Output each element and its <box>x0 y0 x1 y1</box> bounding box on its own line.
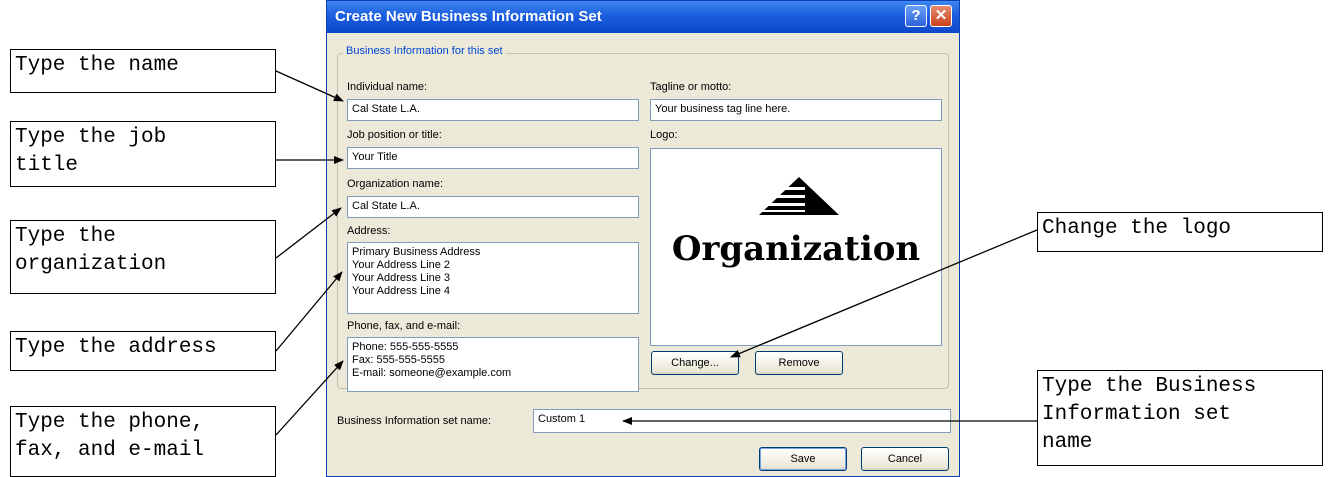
arrow-change-logo <box>730 229 1038 358</box>
arrow-contact <box>275 360 344 436</box>
callout-arrows <box>275 70 1038 436</box>
arrow-organization <box>275 207 342 259</box>
arrow-address <box>275 271 343 352</box>
arrow-name <box>275 70 344 102</box>
